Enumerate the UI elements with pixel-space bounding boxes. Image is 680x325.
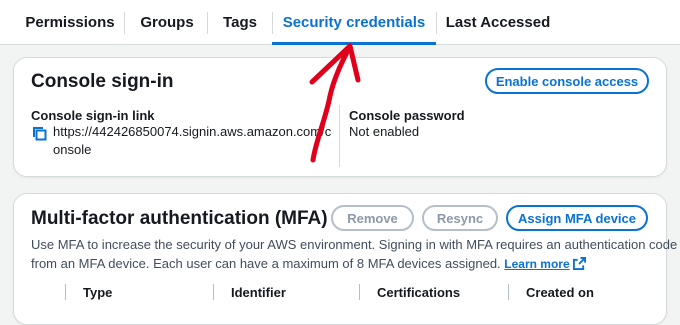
column-header-identifier[interactable]: Identifier [231,285,286,300]
resync-button[interactable]: Resync [422,205,498,231]
tab-groups[interactable]: Groups [126,0,208,44]
column-header-certifications[interactable]: Certifications [377,285,460,300]
console-signin-link-label: Console sign-in link [31,108,155,123]
mfa-title: Multi-factor authentication (MFA) (0) [31,208,357,229]
tab-bar: Permissions Groups Tags Security credent… [0,0,680,45]
console-password-label: Console password [349,108,465,123]
assign-mfa-device-button[interactable]: Assign MFA device [506,205,648,231]
console-password-value: Not enabled [349,124,420,139]
enable-console-access-button[interactable]: Enable console access [485,68,649,94]
tab-security-credentials[interactable]: Security credentials [272,0,436,45]
column-divider [508,284,509,300]
column-divider [213,284,214,300]
remove-button[interactable]: Remove [331,205,414,231]
console-signin-link-line1[interactable]: https://442426850074.signin.aws.amazon.c… [53,123,331,141]
mfa-description: from an MFA device. Each user can have a… [31,254,587,274]
column-header-type[interactable]: Type [83,285,112,300]
mfa-description-line1: Use MFA to increase the security of your… [31,237,678,252]
copy-icon[interactable] [32,126,48,142]
column-divider [339,105,340,167]
console-signin-title: Console sign-in [31,71,174,92]
learn-more-link[interactable]: Learn more [504,257,569,271]
column-divider [65,284,66,300]
console-signin-link-line2[interactable]: onsole [53,141,91,159]
column-header-created-on[interactable]: Created on [526,285,594,300]
tab-last-accessed[interactable]: Last Accessed [437,0,559,44]
tab-divider [124,12,125,34]
external-link-icon[interactable] [573,257,587,270]
column-divider [359,284,360,300]
mfa-description-line2: from an MFA device. Each user can have a… [31,256,501,271]
tab-permissions[interactable]: Permissions [14,0,126,44]
tab-tags[interactable]: Tags [208,0,272,44]
